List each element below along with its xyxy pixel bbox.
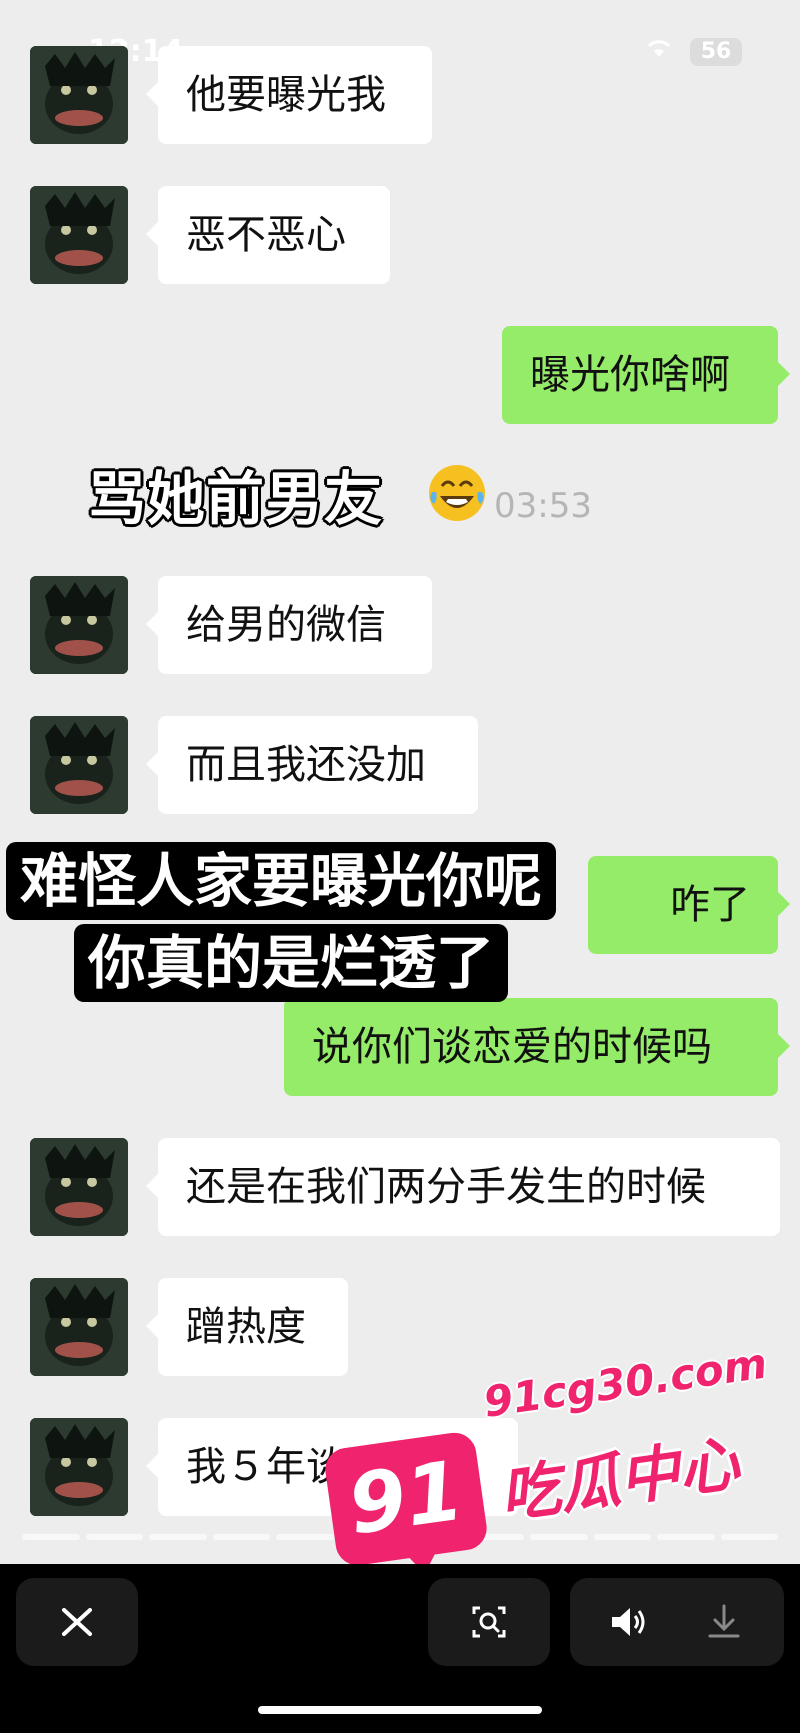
progress-segment [212,1534,270,1540]
download-icon[interactable] [704,1602,744,1642]
watermark-badge-number: 91 [342,1443,470,1554]
progress-segment [530,1534,588,1540]
message-text: 而且我还没加 [186,742,426,788]
caption-text: 骂她前男友 [88,465,384,533]
message-bubble[interactable]: 说你们谈恋爱的时候吗 [284,998,790,1096]
battery-indicator: 56 [690,38,742,66]
progress-segment [720,1534,778,1540]
progress-segment [149,1534,207,1540]
volume-icon[interactable] [608,1602,648,1642]
caption-line-1: 难怪人家要曝光你呢 [6,842,557,920]
scan-icon [472,1606,506,1638]
message-bubble[interactable]: 给男的微信 [146,576,432,674]
message-bubble[interactable]: 而且我还没加 [146,716,478,814]
caption-line-2: 你真的是烂透了 [74,924,509,1002]
watermark-url: 91cg30.com [480,1338,770,1427]
avatar[interactable] [30,1418,128,1516]
message-text: 他要曝光我 [186,72,386,118]
avatar[interactable] [30,186,128,284]
message-bubble[interactable]: 咋了 [588,856,790,954]
progress-segment [657,1534,715,1540]
watermark-name: 吃瓜中心 [495,1428,744,1532]
wifi-icon [647,40,671,57]
close-icon [62,1608,92,1636]
close-button[interactable] [16,1578,138,1666]
avatar[interactable] [30,46,128,144]
message-text: 给男的微信 [186,602,386,648]
progress-segment [276,1534,334,1540]
message-bubble[interactable]: 还是在我们两分手发生的时候 [146,1138,780,1236]
message-bubble[interactable]: 恶不恶心 [146,186,390,284]
progress-segment [593,1534,651,1540]
media-controls [570,1578,784,1666]
progress-segment [85,1534,143,1540]
watermark-badge: 91 [322,1429,490,1577]
message-text: 蹭热度 [186,1304,306,1350]
message-text: 恶不恶心 [186,212,346,258]
avatar[interactable] [30,1138,128,1236]
home-indicator[interactable] [258,1706,542,1714]
avatar[interactable] [30,1278,128,1376]
message-text: 说你们谈恋爱的时候吗 [312,1024,712,1070]
message-bubble[interactable]: 他要曝光我 [146,46,432,144]
message-text: 曝光你啥啊 [530,352,730,398]
avatar[interactable] [30,716,128,814]
scan-button[interactable] [428,1578,550,1666]
message-bubble[interactable]: 蹭热度 [146,1278,348,1376]
message-text: 还是在我们两分手发生的时候 [186,1164,706,1210]
message-bubble[interactable]: 曝光你啥啊 [502,326,790,424]
laughing-tears-icon [429,465,485,521]
progress-segment [22,1534,80,1540]
message-text: 咋了 [670,882,750,928]
avatar[interactable] [30,576,128,674]
message-timestamp: 03:53 [494,486,592,526]
